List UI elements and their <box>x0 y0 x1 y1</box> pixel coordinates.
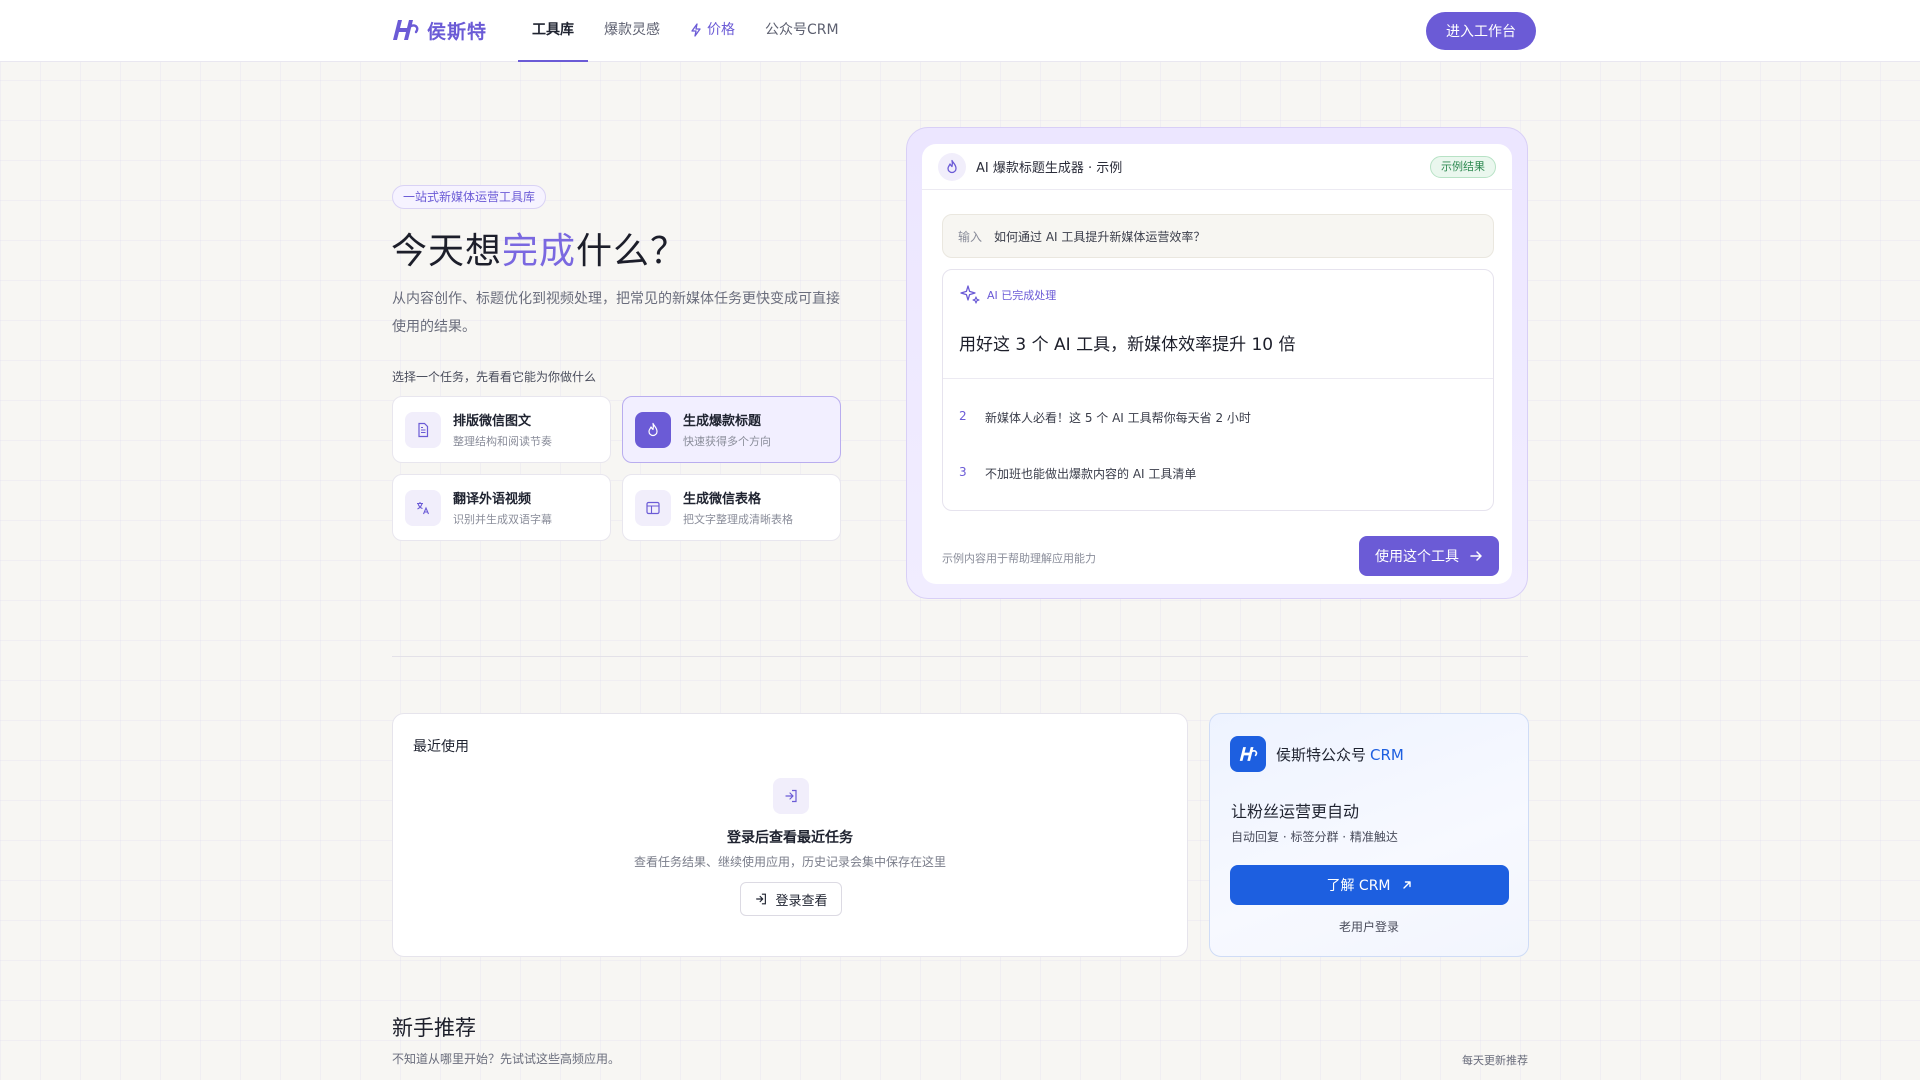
translate-icon <box>405 489 441 526</box>
demo-preview-card: AI 爆款标题生成器 · 示例 示例结果 输入 如何通过 AI 工具提升新媒体运… <box>922 144 1512 584</box>
demo-footnote: 示例内容用于帮助理解应用能力 <box>942 552 1096 565</box>
recommend-update-note: 每天更新推荐 <box>1462 1054 1528 1067</box>
alt-text: 新媒体人必看！这 5 个 AI 工具帮你每天省 2 小时 <box>985 411 1251 425</box>
brand-logo-icon <box>393 20 419 40</box>
brand-name: 侯斯特 <box>427 20 488 43</box>
nav-tabs: 工具库 爆款灵感 价格 公众号CRM <box>518 0 853 62</box>
task-sub: 把文字整理成清晰表格 <box>683 513 793 526</box>
task-text: 生成微信表格 把文字整理成清晰表格 <box>683 488 793 527</box>
recent-title: 最近使用 <box>413 739 469 755</box>
alt-number: 3 <box>959 465 967 479</box>
login-view-button[interactable]: 登录查看 <box>740 882 842 916</box>
demo-result-panel: AI 已完成处理 用好这 3 个 AI 工具，新媒体效率提升 10 倍 2 新媒… <box>942 269 1494 511</box>
hero-title-suffix: 什么？ <box>576 231 688 272</box>
recommend-title: 新手推荐 <box>392 1016 476 1040</box>
crm-header: 侯斯特公众号 CRM <box>1230 736 1404 772</box>
tab-viral-inspiration[interactable]: 爆款灵感 <box>590 0 674 62</box>
task-sub: 识别并生成双语字幕 <box>453 513 552 526</box>
login-icon <box>773 778 809 814</box>
use-tool-button[interactable]: 使用这个工具 <box>1359 536 1499 576</box>
task-sub: 快速获得多个方向 <box>683 435 771 448</box>
result-headline: 用好这 3 个 AI 工具，新媒体效率提升 10 倍 <box>959 335 1296 355</box>
tab-crm[interactable]: 公众号CRM <box>751 0 853 62</box>
alt-text: 不加班也能做出爆款内容的 AI 工具清单 <box>985 467 1197 481</box>
crm-name-accent: CRM <box>1370 745 1404 764</box>
tab-label: 工具库 <box>532 22 574 38</box>
task-text: 翻译外语视频 识别并生成双语字幕 <box>453 488 552 527</box>
section-divider <box>392 656 1528 657</box>
use-tool-label: 使用这个工具 <box>1375 549 1459 565</box>
alt-number: 2 <box>959 409 967 423</box>
external-arrow-icon <box>1402 881 1411 889</box>
result-status-text: AI 已完成处理 <box>987 289 1057 302</box>
document-icon <box>405 411 441 448</box>
crm-logo-icon <box>1230 736 1266 772</box>
learn-crm-button[interactable]: 了解 CRM <box>1230 865 1509 905</box>
task-hint: 选择一个任务，先看看它能为你做什么 <box>392 370 597 384</box>
tab-tool-library[interactable]: 工具库 <box>518 0 588 62</box>
hero-title-accent: 完成 <box>502 231 577 272</box>
bolt-icon <box>691 23 701 37</box>
task-card-wechat-layout[interactable]: 排版微信图文 整理结构和阅读节奏 <box>392 396 611 463</box>
hero-title-prefix: 今天想 <box>391 231 503 272</box>
demo-input-label: 输入 <box>958 229 983 244</box>
task-text: 生成爆款标题 快速获得多个方向 <box>683 410 771 449</box>
top-nav: 侯斯特 工具库 爆款灵感 价格 公众号CRM 进入工作台 <box>0 0 1920 62</box>
crm-headline: 让粉丝运营更自动 <box>1231 802 1360 821</box>
task-card-translate-video[interactable]: 翻译外语视频 识别并生成双语字幕 <box>392 474 611 541</box>
table-icon <box>635 489 671 526</box>
recent-empty-desc: 查看任务结果、继续使用应用，历史记录会集中保存在这里 <box>633 855 946 869</box>
recent-card: 最近使用 登录后查看最近任务 查看任务结果、继续使用应用，历史记录会集中保存在这… <box>392 713 1188 957</box>
demo-title: AI 爆款标题生成器 · 示例 <box>976 161 1123 176</box>
result-status: AI 已完成处理 <box>959 284 1056 306</box>
hero-title: 今天想完成什么？ <box>391 222 687 274</box>
result-alternative: 2 新媒体人必看！这 5 个 AI 工具帮你每天省 2 小时 <box>959 409 1251 426</box>
arrow-right-icon <box>1470 551 1482 561</box>
task-text: 排版微信图文 整理结构和阅读节奏 <box>453 410 552 449</box>
task-sub: 整理结构和阅读节奏 <box>453 435 552 448</box>
crm-features: 自动回复 · 标签分群 · 精准触达 <box>1231 830 1398 844</box>
demo-preview-frame: AI 爆款标题生成器 · 示例 示例结果 输入 如何通过 AI 工具提升新媒体运… <box>906 127 1528 599</box>
demo-input-text: 如何通过 AI 工具提升新媒体运营效率？ <box>994 229 1206 244</box>
flame-icon <box>635 411 671 448</box>
enter-workspace-button[interactable]: 进入工作台 <box>1426 12 1536 50</box>
tab-label: 爆款灵感 <box>604 22 660 38</box>
task-name: 生成微信表格 <box>683 492 762 507</box>
recommend-subtitle: 不知道从哪里开始？先试试这些高频应用。 <box>392 1052 621 1066</box>
tab-pricing[interactable]: 价格 <box>676 0 749 62</box>
task-name: 生成爆款标题 <box>683 414 762 429</box>
crm-promo-card: 侯斯特公众号 CRM 让粉丝运营更自动 自动回复 · 标签分群 · 精准触达 了解… <box>1209 713 1529 957</box>
result-alternative: 3 不加班也能做出爆款内容的 AI 工具清单 <box>959 465 1196 482</box>
task-name: 排版微信图文 <box>453 414 532 429</box>
result-divider <box>943 378 1493 379</box>
task-name: 翻译外语视频 <box>453 492 532 507</box>
sparkle-icon <box>960 285 980 304</box>
learn-crm-label: 了解 CRM <box>1326 878 1391 894</box>
demo-input-row: 输入 如何通过 AI 工具提升新媒体运营效率？ <box>942 214 1494 258</box>
task-card-wechat-table[interactable]: 生成微信表格 把文字整理成清晰表格 <box>622 474 841 541</box>
demo-header: AI 爆款标题生成器 · 示例 示例结果 <box>922 144 1512 190</box>
brand-logo[interactable]: 侯斯特 <box>389 16 487 44</box>
hero-pill: 一站式新媒体运营工具库 <box>392 185 547 209</box>
existing-user-login-link[interactable]: 老用户登录 <box>1210 918 1528 935</box>
tab-label: 公众号CRM <box>765 22 839 38</box>
login-view-label: 登录查看 <box>775 893 828 909</box>
flame-icon <box>938 152 966 181</box>
recent-empty-title: 登录后查看最近任务 <box>727 830 853 846</box>
hero-description: 从内容创作、标题优化到视频处理，把常见的新媒体任务更快变成可直接使用的结果。 <box>392 291 840 335</box>
task-card-viral-title[interactable]: 生成爆款标题 快速获得多个方向 <box>622 396 841 463</box>
crm-name: 侯斯特公众号 CRM <box>1276 744 1404 765</box>
tab-label: 价格 <box>707 22 735 38</box>
login-icon <box>756 893 767 905</box>
demo-status-badge: 示例结果 <box>1430 155 1496 178</box>
crm-name-text: 侯斯特公众号 <box>1276 745 1367 764</box>
